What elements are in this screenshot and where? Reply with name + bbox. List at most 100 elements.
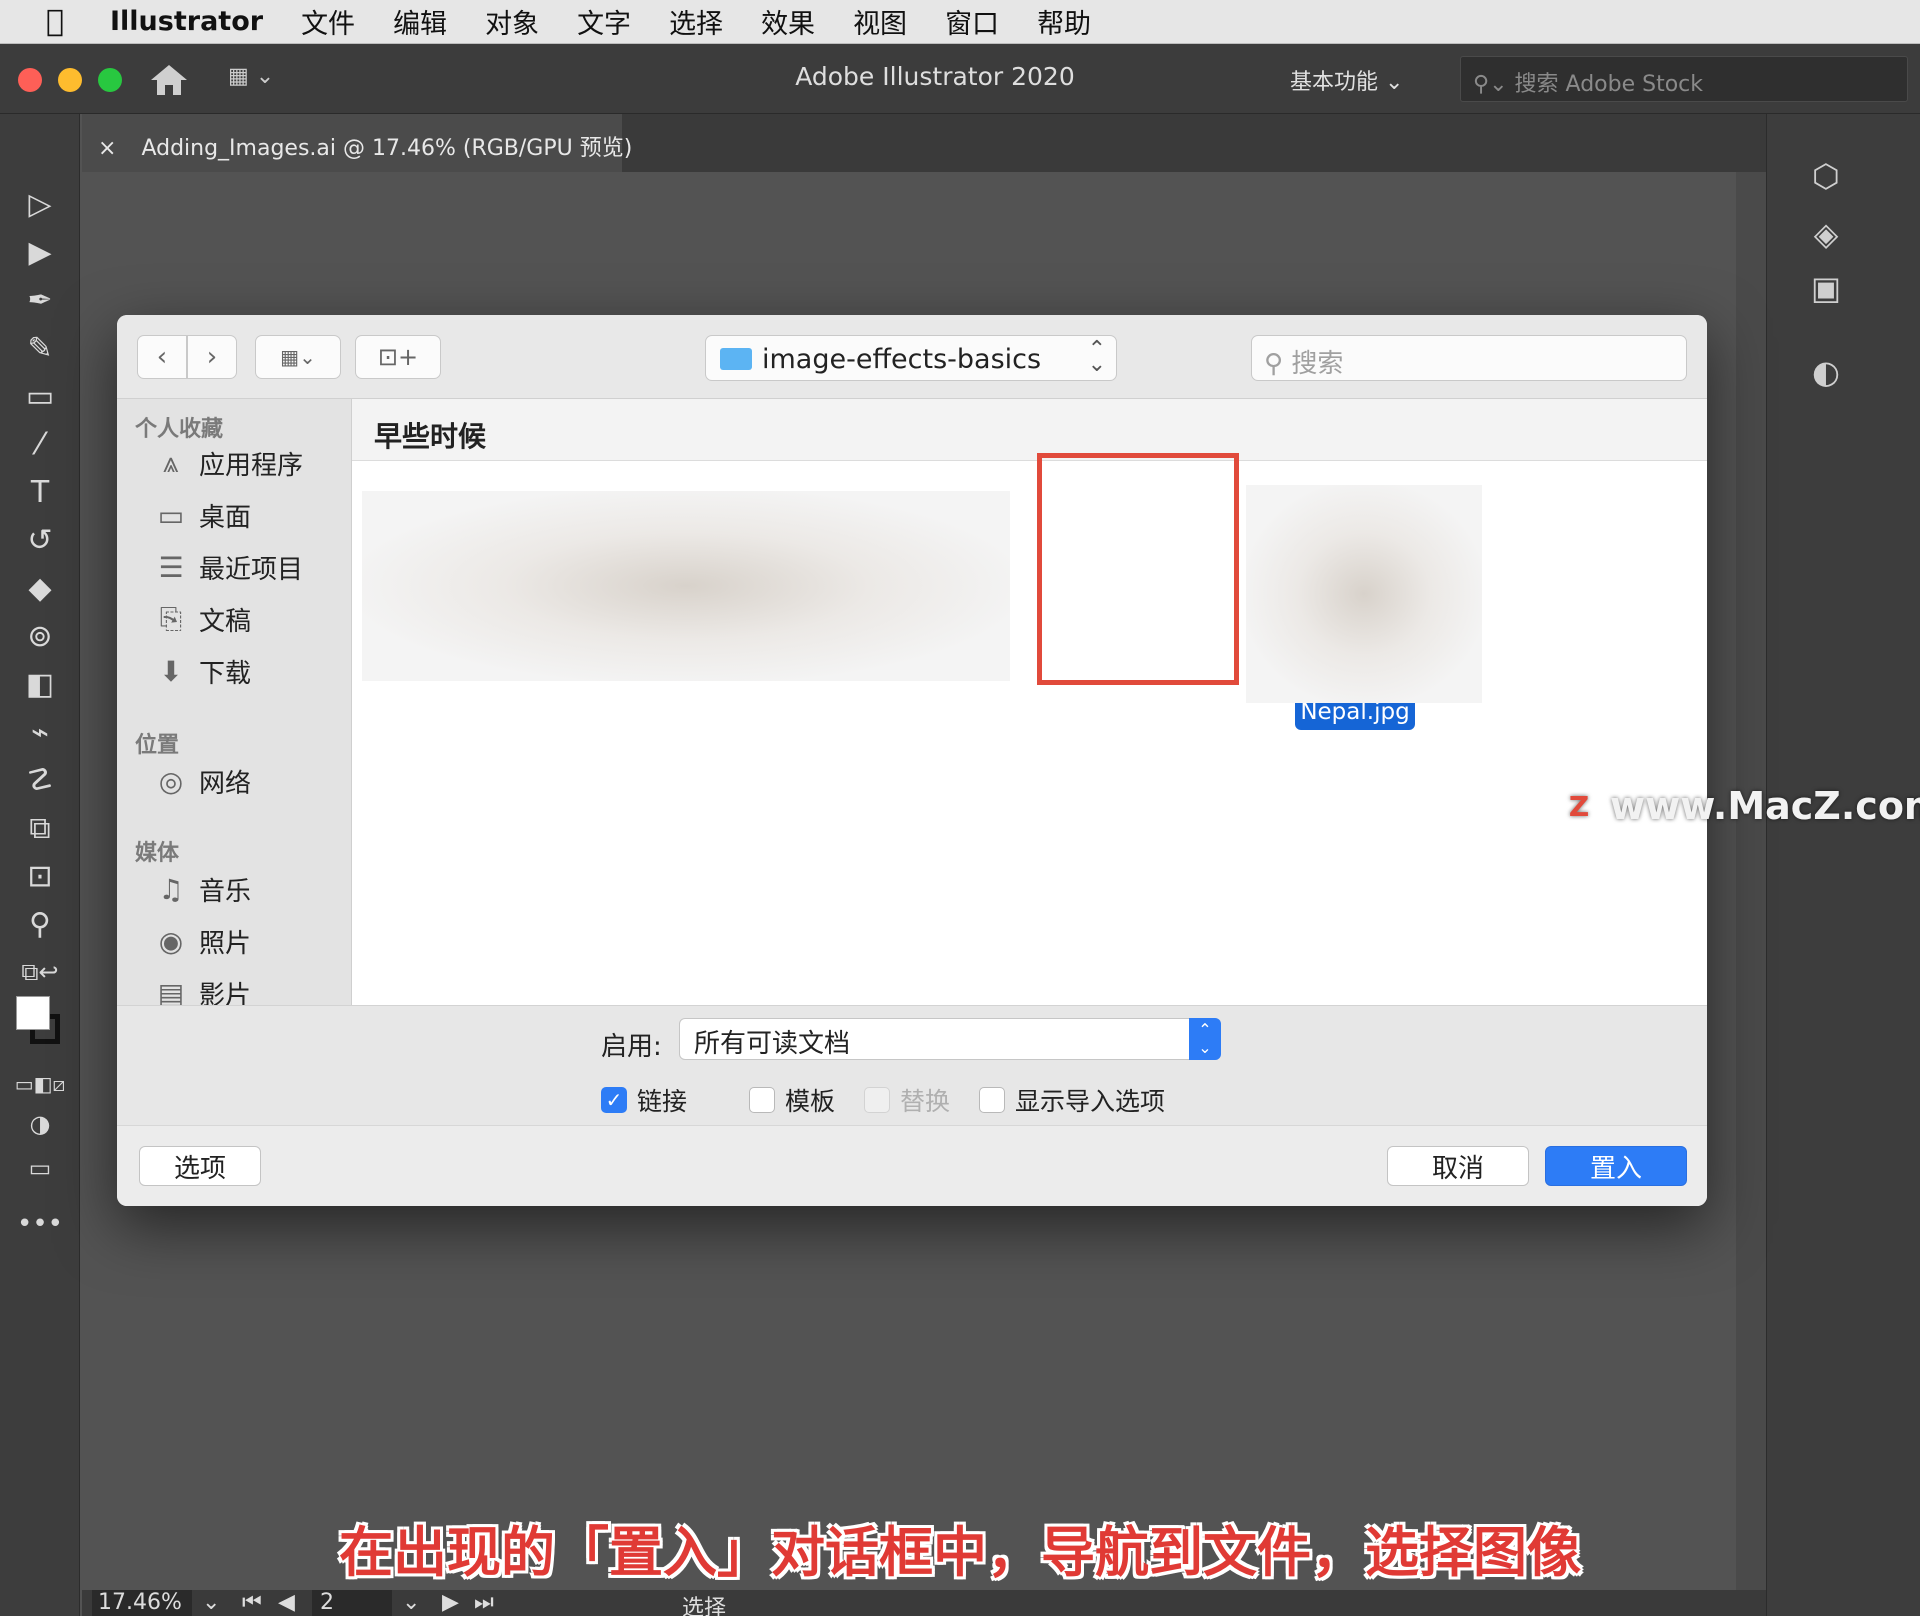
photos-icon: ◉ — [158, 924, 184, 958]
sidebar-item-recents[interactable]: ☰ 最近项目 — [151, 547, 303, 587]
eyedropper-tool-icon[interactable]: ⌁ — [16, 712, 64, 752]
shape-builder-tool-icon[interactable]: ⧉ — [16, 808, 64, 848]
view-options-icon[interactable]: ▦⌄ — [255, 335, 341, 379]
stock-search-input[interactable]: ⚲⌄ 搜索 Adobe Stock — [1460, 56, 1908, 102]
search-icon: ⚲⌄ — [1473, 72, 1508, 97]
layers-panel-icon[interactable]: ◈ — [1803, 214, 1849, 254]
place-button[interactable]: 置入 — [1545, 1146, 1687, 1186]
home-icon[interactable] — [148, 62, 190, 98]
last-artboard-icon[interactable]: ⏭ — [474, 1590, 494, 1615]
menu-view[interactable]: 视图 — [853, 2, 907, 41]
zoom-window-button[interactable] — [98, 68, 122, 92]
documents-icon: ⎘ — [159, 602, 183, 635]
minimize-window-button[interactable] — [58, 68, 82, 92]
selection-tool-icon[interactable]: ▷ — [16, 184, 64, 224]
sidebar-item-music[interactable]: ♫ 音乐 — [151, 869, 251, 909]
document-tab[interactable]: × Adding_Images.ai @ 17.46% (RGB/GPU 预览) — [82, 114, 632, 172]
select-arrows-icon: ⌃ ⌄ — [1189, 1018, 1221, 1060]
options-button[interactable]: 选项 — [139, 1146, 261, 1186]
eraser-tool-icon[interactable]: ◆ — [16, 568, 64, 608]
rectangle-tool-icon[interactable]: ▭ — [16, 376, 64, 416]
sidebar-item-photos[interactable]: ◉ 照片 — [151, 921, 251, 961]
artboard-tool-icon[interactable]: ⊡ — [16, 856, 64, 896]
sidebar-item-label: 音乐 — [199, 876, 252, 907]
template-checkbox[interactable]: 模板 — [749, 1082, 835, 1118]
zoom-tool-icon[interactable]: ⚲ — [16, 904, 64, 944]
menu-type[interactable]: 文字 — [577, 2, 631, 41]
fill-stroke-swatch[interactable] — [16, 994, 64, 1054]
screen-mode-icon[interactable]: ▭ — [16, 1148, 64, 1188]
sidebar-item-documents[interactable]: ⎘ 文稿 — [151, 599, 251, 639]
document-tab-bar: × Adding_Images.ai @ 17.46% (RGB/GPU 预览) — [82, 114, 1766, 172]
tool-status-text: 选择 — [682, 1596, 727, 1616]
curvature-tool-icon[interactable]: ✎ — [16, 328, 64, 368]
back-icon[interactable]: ‹ — [137, 335, 187, 379]
menu-edit[interactable]: 编辑 — [393, 2, 447, 41]
dialog-search-input[interactable]: ⚲ 搜索 — [1251, 335, 1687, 381]
menu-select[interactable]: 选择 — [669, 2, 723, 41]
direct-selection-tool-icon[interactable]: ▶ — [16, 232, 64, 272]
color-guide-panel-icon[interactable]: ◐ — [1803, 352, 1849, 392]
selection-highlight-box — [1037, 453, 1239, 685]
checkbox-label: 模板 — [785, 1087, 836, 1116]
forward-icon[interactable]: › — [187, 335, 237, 379]
menu-object[interactable]: 对象 — [485, 2, 539, 41]
color-mode-icons[interactable]: ▭◧⧄ — [15, 1064, 66, 1104]
menu-app-name[interactable]: Illustrator — [110, 6, 263, 37]
close-tab-icon[interactable]: × — [98, 136, 116, 161]
show-import-options-checkbox[interactable]: 显示导入选项 — [979, 1082, 1165, 1118]
sidebar-item-label: 桌面 — [199, 502, 252, 533]
rotate-tool-icon[interactable]: ↺ — [16, 520, 64, 560]
properties-panel-icon[interactable]: ⬡ — [1803, 156, 1849, 196]
next-artboard-icon[interactable]: ▶ — [442, 1590, 459, 1615]
menu-file[interactable]: 文件 — [301, 2, 355, 41]
cancel-button[interactable]: 取消 — [1387, 1146, 1529, 1186]
draw-mode-icon[interactable]: ◑ — [16, 1104, 64, 1144]
pen-tool-icon[interactable]: ✒ — [16, 280, 64, 320]
stock-search-placeholder: 搜索 Adobe Stock — [1514, 72, 1704, 97]
artboard-dropdown-icon[interactable]: ⌄ — [402, 1590, 420, 1615]
status-bar: 17.46% ⌄ ⏮ ◀ 2 ⌄ ▶ ⏭ 选择 — [82, 1590, 1766, 1616]
menu-help[interactable]: 帮助 — [1037, 2, 1091, 41]
swap-fill-stroke-icon[interactable]: ⧉↩ — [16, 952, 64, 992]
puppet-warp-tool-icon[interactable]: ⊚ — [16, 616, 64, 656]
menu-effect[interactable]: 效果 — [761, 2, 815, 41]
folder-path-label: image-effects-basics — [762, 344, 1042, 375]
gradient-tool-icon[interactable]: ◧ — [16, 664, 64, 704]
artboard-number-field[interactable]: 2 — [312, 1590, 392, 1616]
arrange-documents-icon[interactable]: ▦ ⌄ — [228, 64, 298, 96]
dialog-button-bar: 选项 取消 置入 — [117, 1125, 1707, 1206]
sidebar-item-movies[interactable]: ▤ 影片 — [151, 973, 252, 1006]
sidebar-item-desktop[interactable]: ▭ 桌面 — [151, 495, 251, 535]
sidebar-item-applications[interactable]: ⩓ 应用程序 — [151, 443, 303, 483]
close-window-button[interactable] — [18, 68, 42, 92]
vertical-scrollbar[interactable] — [1736, 172, 1766, 1590]
menu-window[interactable]: 窗口 — [945, 2, 999, 41]
enable-select[interactable]: 所有可读文档 ⌃ ⌄ — [679, 1018, 1221, 1060]
blurred-file-thumbnail[interactable] — [1246, 485, 1482, 703]
sidebar-item-network[interactable]: ◎ 网络 — [151, 761, 251, 801]
type-tool-icon[interactable]: T — [16, 472, 64, 512]
previous-artboard-icon[interactable]: ◀ — [278, 1590, 295, 1615]
sidebar-item-label: 应用程序 — [199, 450, 304, 481]
new-folder-icon[interactable]: ⊡+ — [355, 335, 441, 379]
blurred-file-thumbnails[interactable] — [362, 491, 1010, 681]
more-tools-icon[interactable]: ••• — [16, 1204, 64, 1244]
dialog-search-placeholder: 搜索 — [1291, 349, 1344, 379]
zoom-dropdown-icon[interactable]: ⌄ — [202, 1590, 220, 1615]
link-checkbox[interactable]: ✓ 链接 — [601, 1082, 687, 1118]
sidebar-item-label: 影片 — [199, 980, 252, 1006]
libraries-panel-icon[interactable]: ▣ — [1803, 268, 1849, 308]
apple-menu-icon[interactable]:  — [0, 4, 110, 39]
paintbrush-tool-icon[interactable]: ⁄ — [16, 424, 64, 464]
first-artboard-icon[interactable]: ⏮ — [242, 1590, 262, 1615]
desktop-icon: ▭ — [157, 498, 185, 532]
right-panel-dock: ⬡ ◈ ▣ ◐ — [1766, 114, 1920, 1616]
folder-path-popup[interactable]: image-effects-basics ⌃ ⌄ — [705, 335, 1117, 381]
blend-tool-icon[interactable]: ☡ — [16, 760, 64, 800]
popup-arrows-icon: ⌃ ⌄ — [1087, 337, 1106, 377]
workspace-switcher[interactable]: 基本功能 ⌄ — [1290, 64, 1403, 96]
sidebar-item-label: 下载 — [199, 658, 252, 689]
zoom-level-field[interactable]: 17.46% — [92, 1590, 192, 1616]
sidebar-item-downloads[interactable]: ⬇ 下载 — [151, 651, 251, 691]
